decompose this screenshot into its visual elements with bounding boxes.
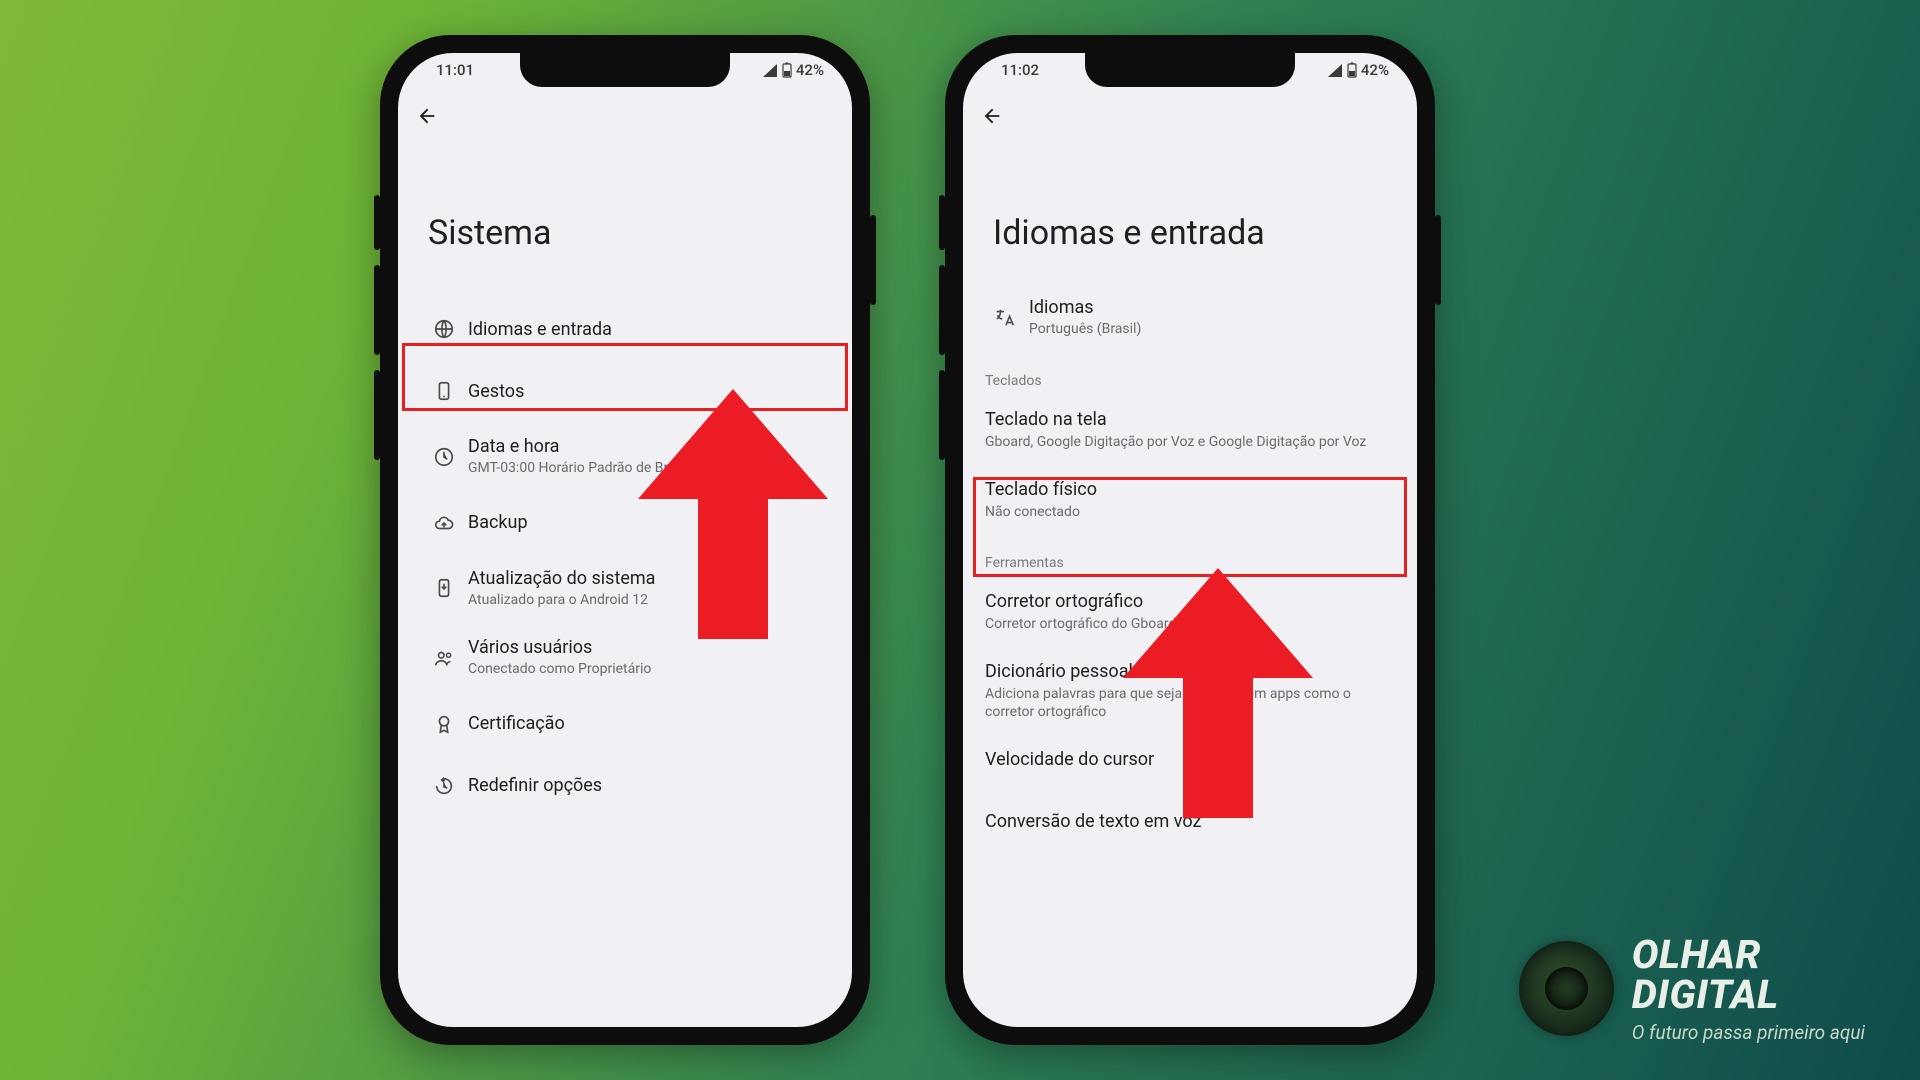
- item-velocidade-cursor[interactable]: Velocidade do cursor: [963, 735, 1417, 797]
- item-sub: Conectado como Proprietário: [468, 661, 834, 679]
- item-atualizacao[interactable]: Atualização do sistema Atualizado para o…: [398, 554, 852, 624]
- brand-line2: DIGITAL: [1632, 975, 1865, 1015]
- section-ferramentas: Ferramentas: [963, 535, 1417, 577]
- item-sub: Não conectado: [985, 503, 1395, 521]
- item-label: Data e hora: [468, 436, 834, 457]
- item-data-e-hora[interactable]: Data e hora GMT-03:00 Horário Padrão de …: [398, 422, 852, 492]
- item-teclado-na-tela[interactable]: Teclado na tela Gboard, Google Digitação…: [963, 395, 1417, 465]
- award-icon: [420, 713, 468, 735]
- item-gestos[interactable]: Gestos: [398, 360, 852, 422]
- phone-right: 11:02 42% Idiomas e entrada Idiomas Port…: [945, 35, 1435, 1045]
- item-backup[interactable]: Backup: [398, 492, 852, 554]
- item-label: Atualização do sistema: [468, 568, 834, 589]
- signal-icon: [1327, 63, 1343, 77]
- item-label: Conversão de texto em voz: [985, 811, 1395, 832]
- page-title: Idiomas e entrada: [963, 143, 1417, 283]
- item-sub: Gboard, Google Digitação por Voz e Googl…: [985, 433, 1395, 451]
- item-idiomas-e-entrada[interactable]: Idiomas e entrada: [398, 298, 852, 360]
- back-button[interactable]: [416, 105, 438, 133]
- battery-icon: [782, 62, 792, 78]
- screen-right: 11:02 42% Idiomas e entrada Idiomas Port…: [963, 53, 1417, 1027]
- brand-tagline: O futuro passa primeiro aqui: [1632, 1023, 1865, 1042]
- item-teclado-fisico[interactable]: Teclado físico Não conectado: [963, 465, 1417, 535]
- back-button[interactable]: [981, 105, 1003, 133]
- item-label: Velocidade do cursor: [985, 749, 1395, 770]
- restore-icon: [420, 775, 468, 797]
- notch: [1085, 53, 1295, 87]
- item-sub: Corretor ortográfico do Gboard: [985, 615, 1395, 633]
- users-icon: [420, 647, 468, 669]
- brand-watermark: OLHAR DIGITAL O futuro passa primeiro aq…: [1519, 935, 1865, 1042]
- update-icon: [420, 577, 468, 599]
- item-label: Corretor ortográfico: [985, 591, 1395, 612]
- item-label: Idiomas: [1029, 297, 1399, 318]
- item-label: Gestos: [468, 381, 834, 402]
- item-sub: Português (Brasil): [1029, 321, 1399, 339]
- item-label: Teclado na tela: [985, 409, 1395, 430]
- item-label: Idiomas e entrada: [468, 319, 834, 340]
- item-varios-usuarios[interactable]: Vários usuários Conectado como Proprietá…: [398, 623, 852, 693]
- status-time: 11:02: [1001, 61, 1039, 79]
- section-teclados: Teclados: [963, 353, 1417, 395]
- item-label: Redefinir opções: [468, 775, 834, 796]
- item-sub: GMT-03:00 Horário Padrão de Br...: [468, 460, 834, 478]
- page-title: Sistema: [398, 143, 852, 298]
- item-dicionario[interactable]: Dicionário pessoal Adiciona palavras par…: [963, 647, 1417, 735]
- phone-left: 11:01 42% Sistema Idiomas e entrada: [380, 35, 870, 1045]
- status-battery: 42%: [1361, 61, 1389, 79]
- background: { "colors": { "highlight": "#e52220", "a…: [0, 0, 1920, 1080]
- signal-icon: [762, 63, 778, 77]
- status-battery: 42%: [796, 61, 824, 79]
- item-label: Certificação: [468, 713, 834, 734]
- brand-logo-icon: [1519, 941, 1614, 1036]
- notch: [520, 53, 730, 87]
- item-sub: Adiciona palavras para que sejam usadas …: [985, 685, 1395, 721]
- item-redefinir[interactable]: Redefinir opções: [398, 755, 852, 817]
- arrow-left-icon: [981, 105, 1003, 127]
- settings-list: Idiomas e entrada Gestos Data e hora GMT…: [398, 298, 852, 817]
- item-corretor[interactable]: Corretor ortográfico Corretor ortográfic…: [963, 577, 1417, 647]
- item-label: Backup: [468, 512, 834, 533]
- brand-line1: OLHAR: [1632, 935, 1865, 975]
- screen-left: 11:01 42% Sistema Idiomas e entrada: [398, 53, 852, 1027]
- arrow-left-icon: [416, 105, 438, 127]
- clock-icon: [420, 446, 468, 468]
- item-sub: Atualizado para o Android 12: [468, 592, 834, 610]
- status-time: 11:01: [436, 61, 474, 79]
- item-label: Vários usuários: [468, 637, 834, 658]
- gesture-icon: [420, 380, 468, 402]
- item-label: Dicionário pessoal: [985, 661, 1395, 682]
- translate-icon: [981, 307, 1029, 329]
- cloud-icon: [420, 512, 468, 534]
- battery-icon: [1347, 62, 1357, 78]
- globe-icon: [420, 318, 468, 340]
- item-label: Teclado físico: [985, 479, 1395, 500]
- item-tts[interactable]: Conversão de texto em voz: [963, 797, 1417, 859]
- item-idiomas[interactable]: Idiomas Português (Brasil): [963, 283, 1417, 353]
- item-certificacao[interactable]: Certificação: [398, 693, 852, 755]
